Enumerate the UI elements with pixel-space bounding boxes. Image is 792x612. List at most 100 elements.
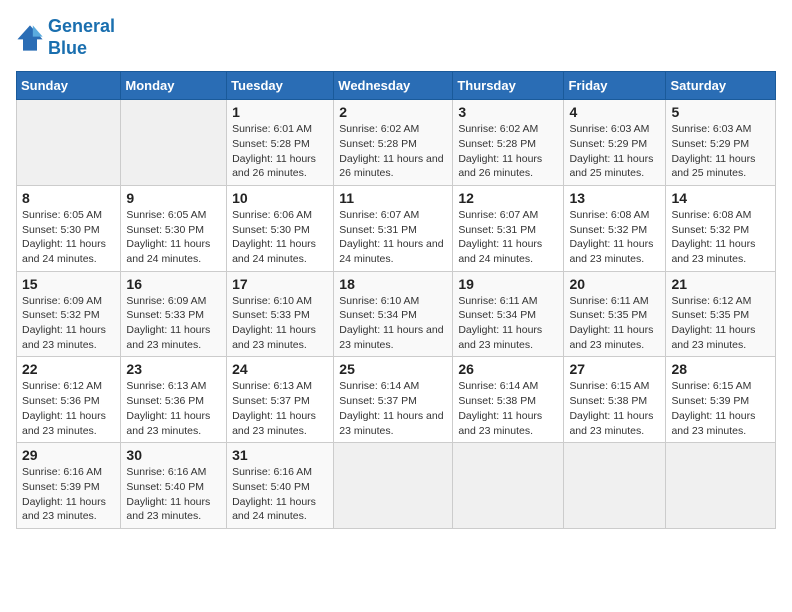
logo: General Blue (16, 16, 115, 59)
calendar-cell: 9 Sunrise: 6:05 AMSunset: 5:30 PMDaylight… (121, 185, 227, 271)
day-info: Sunrise: 6:05 AMSunset: 5:30 PMDaylight:… (22, 208, 115, 267)
calendar-cell: 5 Sunrise: 6:03 AMSunset: 5:29 PMDaylight… (666, 100, 776, 186)
calendar-cell: 10 Sunrise: 6:06 AMSunset: 5:30 PMDayligh… (227, 185, 334, 271)
day-number: 12 (458, 190, 558, 206)
day-number: 17 (232, 276, 328, 292)
calendar-cell: 2 Sunrise: 6:02 AMSunset: 5:28 PMDaylight… (334, 100, 453, 186)
calendar-cell: 8 Sunrise: 6:05 AMSunset: 5:30 PMDaylight… (17, 185, 121, 271)
calendar-cell: 18Sunrise: 6:10 AMSunset: 5:34 PMDayligh… (334, 271, 453, 357)
calendar-cell: 16 Sunrise: 6:09 AMSunset: 5:33 PMDayligh… (121, 271, 227, 357)
calendar-table: SundayMondayTuesdayWednesdayThursdayFrid… (16, 71, 776, 529)
day-number: 1 (232, 104, 328, 120)
header-thursday: Thursday (453, 72, 564, 100)
day-number: 3 (458, 104, 558, 120)
day-number: 30 (126, 447, 221, 463)
calendar-cell: 31Sunrise: 6:16 AMSunset: 5:40 PMDayligh… (227, 443, 334, 529)
calendar-week-row: 22 Sunrise: 6:12 AMSunset: 5:36 PMDayligh… (17, 357, 776, 443)
day-info: Sunrise: 6:01 AMSunset: 5:28 PMDaylight:… (232, 122, 328, 181)
day-number: 16 (126, 276, 221, 292)
calendar-cell: 26 Sunrise: 6:14 AMSunset: 5:38 PMDayligh… (453, 357, 564, 443)
day-info: Sunrise: 6:05 AMSunset: 5:30 PMDaylight:… (126, 208, 221, 267)
calendar-cell: 23 Sunrise: 6:13 AMSunset: 5:36 PMDayligh… (121, 357, 227, 443)
day-info: Sunrise: 6:07 AMSunset: 5:31 PMDaylight:… (458, 208, 558, 267)
day-number: 26 (458, 361, 558, 377)
header-monday: Monday (121, 72, 227, 100)
day-info: Sunrise: 6:08 AMSunset: 5:32 PMDaylight:… (569, 208, 660, 267)
day-number: 15 (22, 276, 115, 292)
day-number: 21 (671, 276, 770, 292)
day-info: Sunrise: 6:11 AMSunset: 5:35 PMDaylight:… (569, 294, 660, 353)
day-info: Sunrise: 6:14 AMSunset: 5:37 PMDaylight:… (339, 379, 447, 438)
calendar-cell: 28 Sunrise: 6:15 AMSunset: 5:39 PMDayligh… (666, 357, 776, 443)
header-tuesday: Tuesday (227, 72, 334, 100)
day-info: Sunrise: 6:03 AMSunset: 5:29 PMDaylight:… (569, 122, 660, 181)
day-info: Sunrise: 6:02 AMSunset: 5:28 PMDaylight:… (339, 122, 447, 181)
header-friday: Friday (564, 72, 666, 100)
calendar-cell: 11 Sunrise: 6:07 AMSunset: 5:31 PMDayligh… (334, 185, 453, 271)
day-number: 23 (126, 361, 221, 377)
calendar-header-row: SundayMondayTuesdayWednesdayThursdayFrid… (17, 72, 776, 100)
day-number: 10 (232, 190, 328, 206)
page-header: General Blue (16, 16, 776, 59)
day-number: 13 (569, 190, 660, 206)
day-info: Sunrise: 6:02 AMSunset: 5:28 PMDaylight:… (458, 122, 558, 181)
day-info: Sunrise: 6:15 AMSunset: 5:38 PMDaylight:… (569, 379, 660, 438)
day-number: 24 (232, 361, 328, 377)
calendar-cell: 30 Sunrise: 6:16 AMSunset: 5:40 PMDayligh… (121, 443, 227, 529)
calendar-cell (334, 443, 453, 529)
logo-icon (16, 24, 44, 52)
day-number: 9 (126, 190, 221, 206)
calendar-cell: 19Sunrise: 6:11 AMSunset: 5:34 PMDayligh… (453, 271, 564, 357)
calendar-cell: 14 Sunrise: 6:08 AMSunset: 5:32 PMDayligh… (666, 185, 776, 271)
day-number: 22 (22, 361, 115, 377)
header-sunday: Sunday (17, 72, 121, 100)
day-info: Sunrise: 6:03 AMSunset: 5:29 PMDaylight:… (671, 122, 770, 181)
day-info: Sunrise: 6:06 AMSunset: 5:30 PMDaylight:… (232, 208, 328, 267)
day-number: 4 (569, 104, 660, 120)
day-info: Sunrise: 6:13 AMSunset: 5:36 PMDaylight:… (126, 379, 221, 438)
calendar-cell: 17 Sunrise: 6:10 AMSunset: 5:33 PMDayligh… (227, 271, 334, 357)
day-info: Sunrise: 6:10 AMSunset: 5:33 PMDaylight:… (232, 294, 328, 353)
day-info: Sunrise: 6:14 AMSunset: 5:38 PMDaylight:… (458, 379, 558, 438)
day-info: Sunrise: 6:16 AMSunset: 5:40 PMDaylight:… (126, 465, 221, 524)
header-saturday: Saturday (666, 72, 776, 100)
day-number: 8 (22, 190, 115, 206)
calendar-week-row: 29Sunrise: 6:16 AMSunset: 5:39 PMDayligh… (17, 443, 776, 529)
calendar-cell (564, 443, 666, 529)
calendar-cell (666, 443, 776, 529)
calendar-cell: 4 Sunrise: 6:03 AMSunset: 5:29 PMDaylight… (564, 100, 666, 186)
day-number: 25 (339, 361, 447, 377)
day-info: Sunrise: 6:07 AMSunset: 5:31 PMDaylight:… (339, 208, 447, 267)
calendar-week-row: 8 Sunrise: 6:05 AMSunset: 5:30 PMDaylight… (17, 185, 776, 271)
day-info: Sunrise: 6:09 AMSunset: 5:33 PMDaylight:… (126, 294, 221, 353)
calendar-cell: 1 Sunrise: 6:01 AMSunset: 5:28 PMDaylight… (227, 100, 334, 186)
day-info: Sunrise: 6:12 AMSunset: 5:35 PMDaylight:… (671, 294, 770, 353)
day-number: 11 (339, 190, 447, 206)
calendar-cell: 27 Sunrise: 6:15 AMSunset: 5:38 PMDayligh… (564, 357, 666, 443)
calendar-week-row: 1 Sunrise: 6:01 AMSunset: 5:28 PMDaylight… (17, 100, 776, 186)
day-number: 28 (671, 361, 770, 377)
day-info: Sunrise: 6:16 AMSunset: 5:39 PMDaylight:… (22, 465, 115, 524)
calendar-cell: 12 Sunrise: 6:07 AMSunset: 5:31 PMDayligh… (453, 185, 564, 271)
day-info: Sunrise: 6:16 AMSunset: 5:40 PMDaylight:… (232, 465, 328, 524)
day-number: 2 (339, 104, 447, 120)
day-number: 14 (671, 190, 770, 206)
day-number: 5 (671, 104, 770, 120)
day-info: Sunrise: 6:12 AMSunset: 5:36 PMDaylight:… (22, 379, 115, 438)
calendar-cell: 13 Sunrise: 6:08 AMSunset: 5:32 PMDayligh… (564, 185, 666, 271)
calendar-cell: 24 Sunrise: 6:13 AMSunset: 5:37 PMDayligh… (227, 357, 334, 443)
calendar-week-row: 15Sunrise: 6:09 AMSunset: 5:32 PMDayligh… (17, 271, 776, 357)
day-info: Sunrise: 6:08 AMSunset: 5:32 PMDaylight:… (671, 208, 770, 267)
calendar-cell (121, 100, 227, 186)
calendar-cell: 20 Sunrise: 6:11 AMSunset: 5:35 PMDayligh… (564, 271, 666, 357)
day-number: 18 (339, 276, 447, 292)
calendar-cell: 15Sunrise: 6:09 AMSunset: 5:32 PMDayligh… (17, 271, 121, 357)
calendar-cell: 22 Sunrise: 6:12 AMSunset: 5:36 PMDayligh… (17, 357, 121, 443)
day-number: 20 (569, 276, 660, 292)
calendar-cell: 21 Sunrise: 6:12 AMSunset: 5:35 PMDayligh… (666, 271, 776, 357)
calendar-cell: 29Sunrise: 6:16 AMSunset: 5:39 PMDayligh… (17, 443, 121, 529)
logo-text: General Blue (48, 16, 115, 59)
day-info: Sunrise: 6:15 AMSunset: 5:39 PMDaylight:… (671, 379, 770, 438)
day-number: 27 (569, 361, 660, 377)
day-info: Sunrise: 6:13 AMSunset: 5:37 PMDaylight:… (232, 379, 328, 438)
